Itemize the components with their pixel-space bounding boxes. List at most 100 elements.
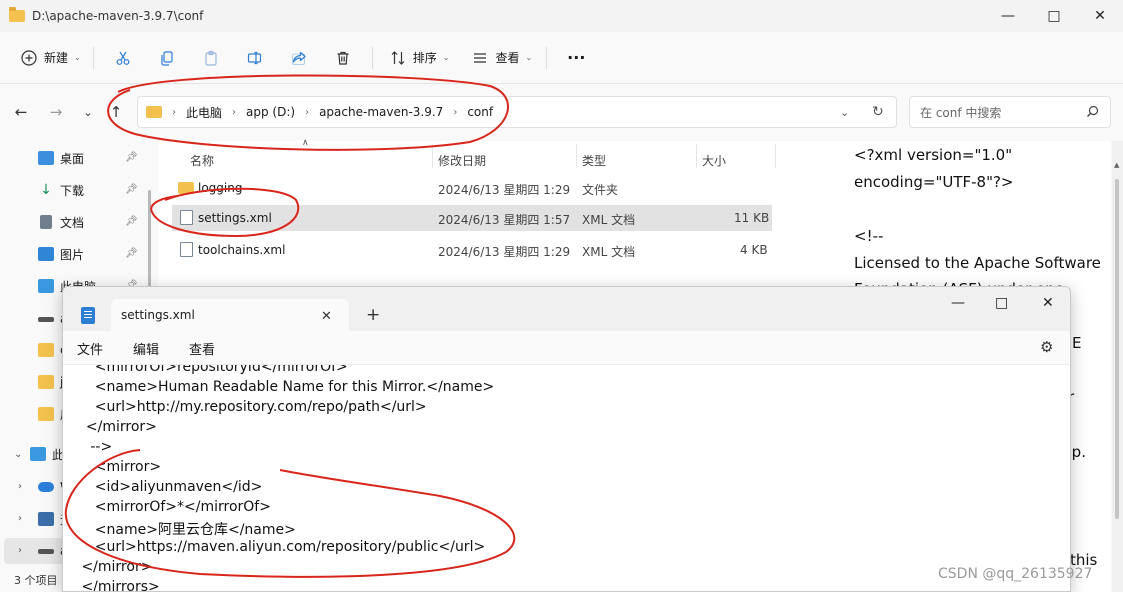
maximize-button[interactable]: □ bbox=[1031, 0, 1077, 32]
download-icon: ↓ bbox=[40, 182, 52, 198]
chevron-right-icon: › bbox=[305, 106, 310, 118]
breadcrumb-this-pc[interactable]: 此电脑 bbox=[186, 104, 222, 121]
sidebar-item-folder[interactable]: j bbox=[38, 371, 63, 393]
folder-icon bbox=[38, 407, 54, 421]
scroll-up-icon[interactable]: ▲ bbox=[1114, 161, 1119, 169]
pin-icon[interactable]: 📌︎ bbox=[125, 184, 138, 195]
column-divider[interactable] bbox=[576, 144, 577, 168]
scroll-thumb[interactable] bbox=[1115, 179, 1119, 519]
chevron-right-icon[interactable]: › bbox=[18, 513, 22, 524]
chevron-right-icon[interactable]: › bbox=[18, 481, 22, 492]
chevron-down-icon: ⌄ bbox=[525, 53, 533, 62]
column-divider[interactable] bbox=[696, 144, 697, 168]
menu-file[interactable]: 文件 bbox=[77, 339, 103, 358]
code-line: <mirrorOf>repositoryId</mirrorOf> bbox=[77, 365, 348, 375]
gear-icon[interactable]: ⚙ bbox=[1040, 338, 1053, 356]
network-icon bbox=[38, 512, 54, 526]
close-button[interactable]: ✕ bbox=[1042, 295, 1054, 311]
preview-line: E bbox=[1072, 334, 1082, 352]
new-tab-plus-icon[interactable]: + bbox=[366, 305, 380, 325]
close-tab-icon[interactable]: ✕ bbox=[321, 309, 332, 324]
toolbar-divider bbox=[92, 46, 94, 69]
new-button[interactable]: 新建 ⌄ bbox=[12, 41, 89, 75]
toolbar-divider bbox=[371, 46, 373, 69]
share-icon bbox=[290, 49, 308, 67]
sidebar-item-label: 下载 bbox=[60, 183, 85, 198]
copy-button[interactable] bbox=[150, 41, 184, 75]
pin-icon[interactable]: 📌︎ bbox=[125, 248, 138, 259]
code-line: </mirrors> bbox=[77, 579, 160, 592]
breadcrumb-drive[interactable]: app (D:) bbox=[246, 105, 295, 119]
pin-icon[interactable]: 📌︎ bbox=[125, 216, 138, 227]
preview-line: Licensed to the Apache Software bbox=[854, 254, 1101, 272]
forward-arrow-icon[interactable]: → bbox=[46, 102, 66, 122]
column-divider[interactable] bbox=[775, 144, 776, 168]
breadcrumb-maven-folder[interactable]: apache-maven-3.9.7 bbox=[319, 105, 443, 119]
tab-title: settings.xml bbox=[121, 308, 195, 322]
cut-button[interactable] bbox=[106, 41, 140, 75]
sort-button-label: 排序 bbox=[412, 51, 437, 65]
file-name: settings.xml bbox=[198, 211, 272, 225]
sort-icon bbox=[389, 49, 407, 67]
folder-icon bbox=[146, 106, 162, 118]
view-button-label: 查看 bbox=[495, 51, 520, 65]
file-name: logging bbox=[198, 181, 243, 195]
paste-button[interactable] bbox=[194, 41, 228, 75]
close-button[interactable]: ✕ bbox=[1077, 0, 1123, 32]
sidebar-item-this-pc-tree[interactable]: 此 bbox=[30, 443, 64, 465]
sidebar-item-label: 图片 bbox=[60, 247, 85, 262]
preview-scrollbar[interactable]: ▲ bbox=[1112, 141, 1123, 592]
column-header-type[interactable]: 类型 bbox=[582, 148, 606, 172]
delete-button[interactable] bbox=[326, 41, 360, 75]
code-line: </mirror> bbox=[77, 419, 157, 435]
scissors-icon bbox=[114, 49, 132, 67]
address-bar[interactable]: › 此电脑 › app (D:) › apache-maven-3.9.7 › … bbox=[137, 96, 897, 128]
preview-line: encoding="UTF-8"?> bbox=[854, 173, 1014, 191]
notepad-editor[interactable]: <mirrorOf>repositoryId</mirrorOf> <name>… bbox=[63, 365, 1070, 592]
sidebar-item-downloads[interactable]: ↓ 下载 bbox=[38, 179, 84, 201]
plus-circle-icon bbox=[20, 49, 38, 67]
share-button[interactable] bbox=[282, 41, 316, 75]
rename-button[interactable] bbox=[238, 41, 272, 75]
refresh-icon[interactable]: ↻ bbox=[872, 104, 884, 120]
column-header-name[interactable]: 名称 bbox=[190, 148, 214, 172]
up-arrow-icon[interactable]: ↑ bbox=[106, 102, 126, 122]
search-input[interactable]: 在 conf 中搜索 bbox=[909, 96, 1111, 128]
menu-edit[interactable]: 编辑 bbox=[133, 339, 159, 358]
minimize-button[interactable]: — bbox=[951, 295, 965, 311]
sort-button[interactable]: 排序 ⌄ bbox=[381, 41, 458, 75]
more-options-button[interactable]: ··· bbox=[559, 41, 593, 75]
address-history-chevron-icon[interactable]: ⌄ bbox=[840, 106, 849, 119]
file-type: XML 文档 bbox=[582, 245, 636, 259]
xml-file-icon bbox=[180, 242, 193, 257]
watermark: CSDN @qq_26135927 bbox=[938, 566, 1093, 582]
sidebar-scrollbar[interactable] bbox=[148, 190, 151, 300]
file-name: toolchains.xml bbox=[198, 243, 286, 257]
minimize-button[interactable]: — bbox=[985, 0, 1031, 32]
recent-locations-chevron-icon[interactable]: ⌄ bbox=[78, 102, 98, 122]
sidebar-item-pictures[interactable]: 图片 bbox=[38, 243, 84, 265]
file-type: XML 文档 bbox=[582, 213, 636, 227]
column-divider[interactable] bbox=[432, 144, 433, 168]
monitor-icon bbox=[30, 447, 46, 461]
sidebar-item-documents[interactable]: 文档 bbox=[38, 211, 84, 233]
drive-icon bbox=[38, 316, 54, 322]
maximize-button[interactable]: □ bbox=[995, 295, 1008, 311]
notepad-tab-settings[interactable]: settings.xml bbox=[111, 299, 349, 331]
breadcrumb-conf-folder[interactable]: conf bbox=[467, 105, 493, 119]
preview-line: <?xml version="1.0" bbox=[854, 146, 1013, 164]
sidebar-item-desktop[interactable]: 桌面 bbox=[38, 147, 84, 169]
chevron-right-icon: › bbox=[453, 106, 458, 118]
column-header-size[interactable]: 大小 bbox=[702, 148, 726, 172]
cloud-icon bbox=[38, 482, 54, 492]
file-size: 4 KB bbox=[740, 243, 768, 257]
view-button[interactable]: 查看 ⌄ bbox=[463, 41, 540, 75]
folder-icon bbox=[178, 182, 194, 194]
sidebar-item-label: 文档 bbox=[60, 215, 85, 230]
menu-view[interactable]: 查看 bbox=[189, 339, 215, 358]
back-arrow-icon[interactable]: ← bbox=[11, 102, 31, 122]
column-header-modified[interactable]: 修改日期 bbox=[438, 148, 486, 172]
pin-icon[interactable]: 📌︎ bbox=[125, 152, 138, 163]
chevron-down-icon[interactable]: ⌄ bbox=[14, 449, 22, 460]
chevron-right-icon[interactable]: › bbox=[18, 545, 22, 556]
